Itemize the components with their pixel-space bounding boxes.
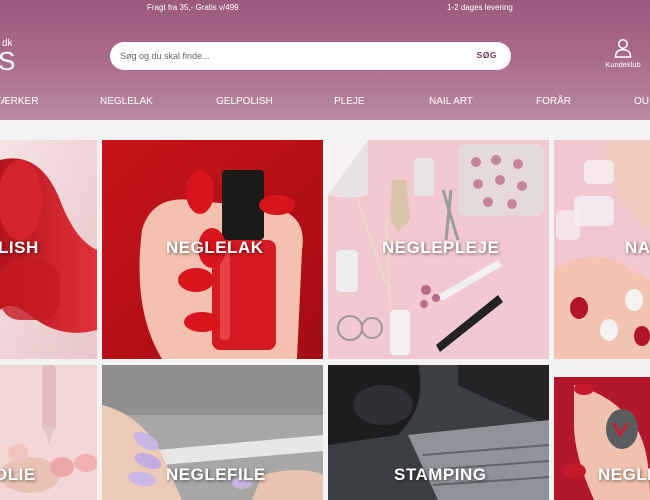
tile-label: NEGLEFILE (166, 465, 266, 484)
category-tile-negle[interactable]: NEGLE (554, 365, 650, 500)
tile-label: STAMPING (394, 465, 487, 484)
shipping-promo: Fragt fra 35,- Gratis v/499 (147, 3, 239, 12)
tile-label: NA (625, 238, 650, 257)
nav-item-vaerker[interactable]: VÆRKER (0, 96, 38, 107)
search-button[interactable]: SØG (477, 50, 497, 60)
category-tile-neglefile[interactable]: NEGLEFILE (102, 365, 323, 500)
category-tile-stamping[interactable]: STAMPING (328, 365, 549, 500)
category-tile-neglelak[interactable]: NEGLELAK (102, 140, 323, 359)
tile-label: NEGLE (598, 465, 650, 484)
tile-label: NEGLEPLEJE (382, 238, 500, 257)
user-icon (614, 39, 632, 58)
site-logo[interactable]: dk S (0, 38, 20, 76)
nav-item-gelpolish[interactable]: GELPOLISH (216, 96, 273, 107)
site-header: Fragt fra 35,- Gratis v/499 1-2 dages le… (0, 0, 650, 120)
delivery-promo: 1-2 dages levering (447, 3, 513, 12)
nav-item-more[interactable]: OU (634, 96, 649, 107)
tile-label: LISH (0, 238, 39, 257)
main-nav: VÆRKER NEGLELAK GELPOLISH PLEJE NAIL ART… (0, 96, 650, 110)
category-tile-nail-art[interactable]: NA (554, 140, 650, 359)
category-tile-olie[interactable]: OLIE (0, 365, 97, 500)
category-tile-neglepleje[interactable]: NEGLEPLEJE (328, 140, 549, 359)
nav-item-foraar[interactable]: FORÅR (536, 96, 571, 107)
nav-item-neglelak[interactable]: NEGLELAK (100, 96, 153, 107)
account-label: Kundeklub (605, 60, 641, 69)
account-link[interactable]: Kundeklub (602, 38, 644, 74)
tile-label: NEGLELAK (166, 238, 264, 257)
category-tile-gelpolish[interactable]: LISH (0, 140, 97, 359)
tile-label: OLIE (0, 465, 36, 484)
promo-bar: Fragt fra 35,- Gratis v/499 1-2 dages le… (0, 3, 650, 15)
search-bar: SØG (110, 42, 511, 70)
logo-big-text: S (0, 46, 15, 76)
nav-item-nail-art[interactable]: NAIL ART (429, 96, 473, 107)
search-input[interactable] (120, 48, 450, 64)
nav-item-pleje[interactable]: PLEJE (334, 96, 365, 107)
